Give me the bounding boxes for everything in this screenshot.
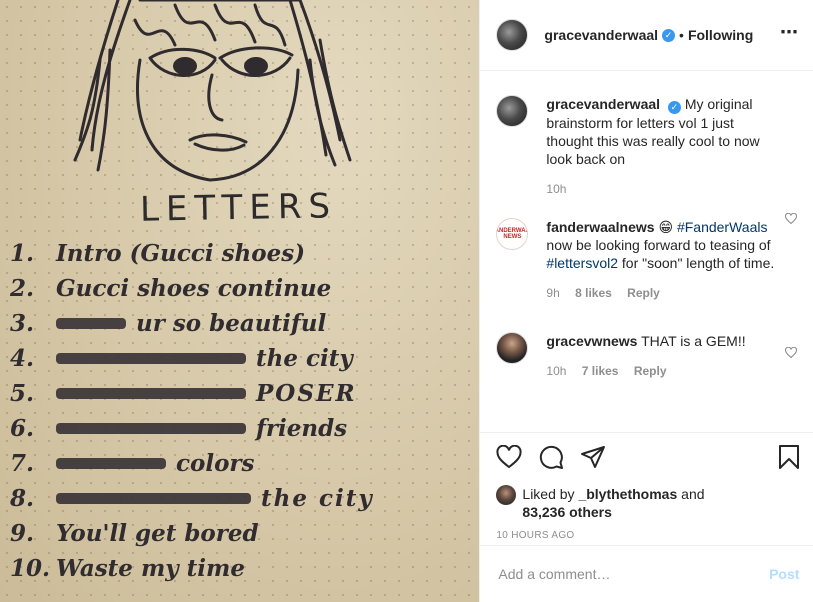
track-title: Gucci shoes continue bbox=[56, 275, 332, 302]
scribbled-out-text bbox=[56, 388, 246, 399]
action-icons bbox=[496, 443, 800, 471]
track-title: the city bbox=[256, 345, 353, 372]
track-item: 1. Intro (Gucci shoes) bbox=[10, 236, 374, 271]
comment-likes[interactable]: 7 likes bbox=[582, 364, 619, 378]
header-username[interactable]: gracevanderwaal bbox=[544, 27, 658, 43]
track-item: 7. colors bbox=[10, 446, 374, 481]
photo-title: LETTERS bbox=[139, 186, 338, 230]
track-item: 2. Gucci shoes continue bbox=[10, 271, 374, 306]
comment-time[interactable]: 10h bbox=[546, 364, 566, 378]
like-heart-icon[interactable] bbox=[496, 445, 522, 469]
scribbled-out-text bbox=[56, 458, 166, 469]
avatar[interactable] bbox=[496, 19, 529, 51]
track-title: Waste my time bbox=[56, 555, 245, 582]
verified-badge-icon: ✓ bbox=[662, 28, 676, 42]
track-title: You'll get bored bbox=[56, 520, 259, 547]
add-comment-input[interactable] bbox=[496, 565, 770, 583]
action-bar: Liked by _blythethomas and 83,236 others… bbox=[480, 432, 813, 541]
avatar[interactable] bbox=[496, 332, 529, 364]
post-photo[interactable]: LETTERS 1. Intro (Gucci shoes) 2. Gucci … bbox=[0, 0, 480, 602]
avatar[interactable] bbox=[496, 95, 529, 127]
liker-username[interactable]: _blythethomas bbox=[578, 486, 677, 502]
track-title: friends bbox=[256, 415, 348, 442]
comment-likes[interactable]: 8 likes bbox=[575, 286, 612, 300]
track-title: colors bbox=[176, 450, 255, 477]
avatar-logo-text: FANDERWAAL NEWS bbox=[497, 228, 527, 240]
share-plane-icon[interactable] bbox=[580, 445, 606, 469]
comment: gracevwnews THAT is a GEM!! 10h 7 likes … bbox=[496, 332, 798, 412]
save-bookmark-icon[interactable] bbox=[777, 444, 801, 470]
comment-author[interactable]: gracevanderwaal bbox=[546, 96, 660, 112]
add-comment-bar: Post bbox=[480, 545, 813, 602]
comment-body: gracevwnews THAT is a GEM!! 10h 7 likes … bbox=[546, 332, 778, 412]
liked-and: and bbox=[681, 486, 705, 502]
reply-button[interactable]: Reply bbox=[634, 364, 667, 378]
track-title: POSER bbox=[256, 380, 357, 407]
track-number: 8. bbox=[10, 485, 35, 512]
track-number: 5. bbox=[10, 380, 35, 407]
track-item: 10. Waste my time bbox=[10, 551, 374, 586]
comment-text: now be looking forward to teasing of bbox=[546, 237, 771, 253]
comments-list: gracevanderwaal ✓ My original brainstorm… bbox=[480, 71, 813, 431]
post-header: gracevanderwaal ✓ • Following ⋯ bbox=[480, 0, 813, 71]
track-number: 4. bbox=[10, 345, 35, 372]
liked-by-summary: Liked by _blythethomas and 83,236 others bbox=[496, 485, 797, 521]
track-item: 9. You'll get bored bbox=[10, 516, 374, 551]
avatar[interactable]: FANDERWAAL NEWS bbox=[496, 218, 529, 250]
liker-avatar[interactable] bbox=[496, 485, 517, 505]
comment-meta: 10h bbox=[546, 180, 778, 198]
track-list: 1. Intro (Gucci shoes) 2. Gucci shoes co… bbox=[10, 236, 374, 586]
comment-author[interactable]: gracevwnews bbox=[546, 333, 637, 349]
hashtag-link[interactable]: #FanderWaals bbox=[677, 219, 768, 235]
track-item: 6. friends bbox=[10, 411, 374, 446]
scribbled-out-text bbox=[56, 493, 251, 504]
like-comment-heart-icon[interactable] bbox=[784, 346, 798, 364]
track-number: 6. bbox=[10, 415, 35, 442]
liked-by-text: Liked by _blythethomas and 83,236 others bbox=[522, 485, 704, 521]
post-timestamp[interactable]: 10 HOURS AGO bbox=[496, 530, 797, 541]
comment: FANDERWAAL NEWS fanderwaalnews 😁 #Fander… bbox=[496, 198, 798, 332]
track-title: ur so beautiful bbox=[136, 310, 327, 337]
comment-body: fanderwaalnews 😁 #FanderWaals now be loo… bbox=[546, 218, 778, 332]
track-number: 2. bbox=[10, 275, 35, 302]
track-number: 3. bbox=[10, 310, 35, 337]
following-button[interactable]: Following bbox=[688, 27, 753, 43]
comment-meta: 9h 8 likes Reply bbox=[546, 284, 778, 302]
scribbled-out-text bbox=[56, 318, 126, 329]
grinning-emoji-icon: 😁 bbox=[658, 219, 674, 235]
comment-time[interactable]: 10h bbox=[546, 182, 566, 196]
liked-prefix: Liked by bbox=[522, 486, 575, 502]
post-comment-button[interactable]: Post bbox=[769, 566, 799, 582]
hashtag-link[interactable]: #lettersvol2 bbox=[546, 255, 618, 271]
more-options-icon[interactable]: ⋯ bbox=[780, 22, 799, 43]
comment-bubble-icon[interactable] bbox=[538, 444, 564, 470]
track-number: 9. bbox=[10, 520, 35, 547]
like-comment-heart-icon[interactable] bbox=[784, 212, 798, 230]
track-number: 10. bbox=[10, 555, 51, 582]
comment-text: for "soon" length of time. bbox=[621, 255, 775, 271]
scribbled-out-text bbox=[56, 423, 246, 434]
separator-dot: • bbox=[679, 27, 684, 43]
track-title: Intro (Gucci shoes) bbox=[56, 240, 306, 267]
comment-body: gracevanderwaal ✓ My original brainstorm… bbox=[546, 95, 778, 198]
comment-meta: 10h 7 likes Reply bbox=[546, 362, 778, 380]
track-item: 4. the city bbox=[10, 341, 374, 376]
verified-badge-icon: ✓ bbox=[667, 101, 681, 114]
scribbled-out-text bbox=[56, 353, 246, 364]
likes-count-link[interactable]: 83,236 others bbox=[522, 504, 612, 520]
comment-text: THAT is a GEM!! bbox=[641, 333, 746, 349]
track-number: 1. bbox=[10, 240, 35, 267]
comment-time[interactable]: 9h bbox=[546, 286, 559, 300]
comment-author[interactable]: fanderwaalnews bbox=[546, 219, 654, 235]
track-item: 5. POSER bbox=[10, 376, 374, 411]
post-details-panel: gracevanderwaal ✓ • Following ⋯ gracevan… bbox=[479, 0, 813, 602]
reply-button[interactable]: Reply bbox=[627, 286, 660, 300]
track-number: 7. bbox=[10, 450, 35, 477]
instagram-post: LETTERS 1. Intro (Gucci shoes) 2. Gucci … bbox=[0, 0, 813, 602]
track-item: 8. the city bbox=[10, 481, 374, 516]
caption: gracevanderwaal ✓ My original brainstorm… bbox=[496, 71, 797, 198]
track-item: 3. ur so beautiful bbox=[10, 306, 374, 341]
track-title: the city bbox=[261, 485, 374, 512]
